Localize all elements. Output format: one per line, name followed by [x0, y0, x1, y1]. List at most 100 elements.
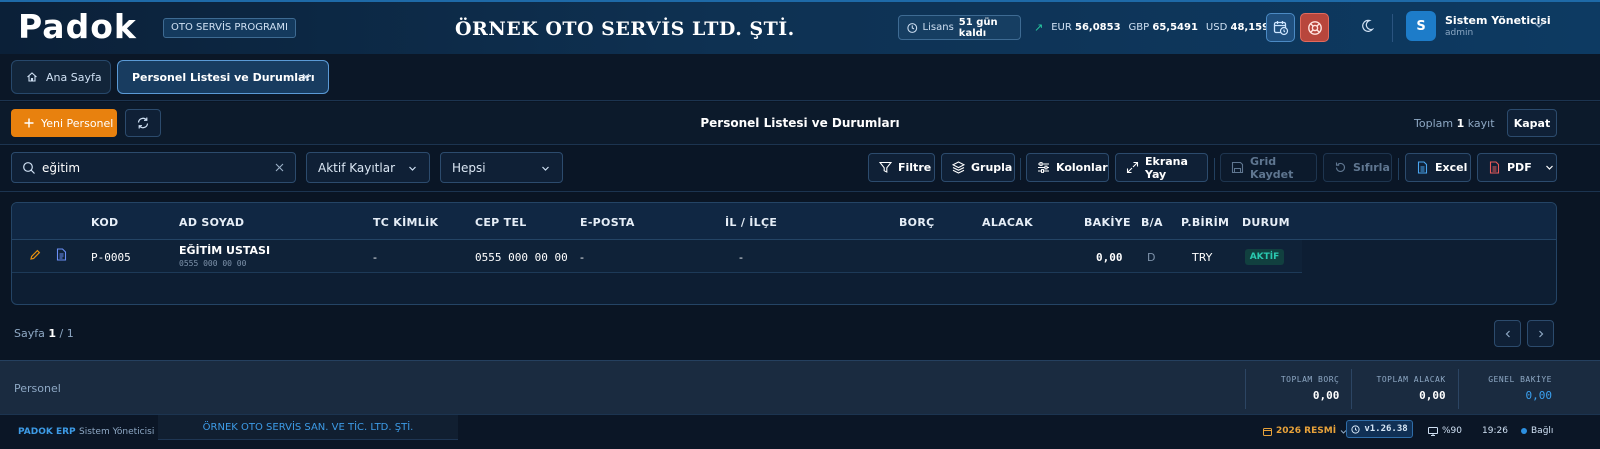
- monitor-icon: [1428, 426, 1438, 436]
- license-status[interactable]: Lisans 51 gün kaldı: [898, 15, 1021, 40]
- home-icon: [27, 72, 37, 82]
- column-header-e-posta[interactable]: E-POSTA: [580, 216, 635, 229]
- columns-button-label: Kolonlar: [1056, 161, 1108, 174]
- column-header-borc[interactable]: BORÇ: [899, 216, 934, 229]
- layers-icon: [952, 161, 965, 174]
- column-header-ba[interactable]: B/A: [1141, 216, 1163, 229]
- column-header-bakiye[interactable]: BAKİYE: [1084, 216, 1131, 229]
- column-header-alacak[interactable]: ALACAK: [982, 216, 1033, 229]
- general-balance: GENEL BAKİYE 0,00: [1457, 369, 1564, 409]
- edit-icon[interactable]: [29, 249, 41, 261]
- general-balance-value: 0,00: [1525, 389, 1552, 402]
- license-label: Lisans: [922, 22, 954, 33]
- total-debt-label: TOPLAM BORÇ: [1280, 375, 1340, 384]
- column-header-cep-tel[interactable]: CEP TEL: [475, 216, 527, 229]
- record-status-value: Aktif Kayıtlar: [318, 160, 396, 175]
- expand-icon: [1126, 161, 1139, 174]
- undo-icon: [1335, 162, 1346, 172]
- company-title: ÖRNEK OTO SERVİS LTD. ŞTİ.: [455, 18, 795, 40]
- app-badge: OTO SERVİS PROGRAMI: [163, 18, 296, 38]
- logo[interactable]: Padok: [18, 10, 137, 44]
- cell-ad-soyad: EĞİTİM USTASI: [179, 244, 271, 257]
- user-menu[interactable]: S Sistem Yöneticisi admin: [1406, 11, 1551, 41]
- connection-label: Bağlı: [1531, 426, 1554, 436]
- personnel-grid: KOD AD SOYAD TC KİMLİK CEP TEL E-POSTA İ…: [11, 202, 1557, 305]
- filter-button[interactable]: Filtre: [868, 153, 935, 182]
- column-header-ad-soyad[interactable]: AD SOYAD: [179, 216, 244, 229]
- total-credit-label: TOPLAM ALACAK: [1376, 375, 1446, 384]
- save-grid-button[interactable]: Grid Kaydet: [1220, 153, 1317, 182]
- cell-tc: -: [373, 251, 377, 264]
- connection-dot-icon: [1521, 428, 1527, 434]
- version-badge[interactable]: v1.26.38: [1346, 420, 1413, 438]
- cell-eposta: -: [580, 251, 584, 264]
- chevron-down-icon: [409, 166, 416, 171]
- tab-personnel-list[interactable]: Personel Listesi ve Durumları: [117, 60, 329, 94]
- fiscal-year-label: 2026 RESMİ: [1276, 426, 1337, 436]
- toolbar-divider: [1398, 158, 1399, 180]
- tab-personnel-label: Personel Listesi ve Durumları: [132, 70, 315, 84]
- fullscreen-button[interactable]: Ekrana Yay: [1115, 153, 1208, 182]
- status-bar: PADOK ERP Sistem Yöneticisi ÖRNEK OTO SE…: [0, 414, 1600, 449]
- calendar-icon: [1263, 427, 1272, 436]
- tab-home-label: Ana Sayfa: [46, 70, 102, 84]
- save-grid-label: Grid Kaydet: [1250, 154, 1294, 181]
- pdf-label: PDF: [1507, 161, 1532, 174]
- zoom-level[interactable]: %90: [1428, 426, 1462, 436]
- record-status-select[interactable]: Aktif Kayıtlar: [306, 152, 430, 183]
- chevron-down-icon: [1545, 165, 1553, 170]
- history-icon: [1351, 424, 1360, 434]
- filter-toolbar: Aktif Kayıtlar Hepsi Filtre Grupla Kolon…: [0, 146, 1600, 192]
- clock-time: 19:26: [1482, 426, 1508, 436]
- avatar: S: [1406, 11, 1436, 41]
- column-header-il-ilce[interactable]: İL / İLÇE: [725, 216, 777, 229]
- total-debt: TOPLAM BORÇ 0,00: [1245, 369, 1351, 409]
- connection-status: Bağlı: [1521, 426, 1553, 436]
- calendar-clock-icon: [1273, 20, 1288, 35]
- cell-il-ilce: -: [739, 251, 743, 264]
- close-icon[interactable]: [300, 71, 312, 83]
- excel-file-icon: [1417, 161, 1428, 174]
- column-header-durum[interactable]: DURUM: [1242, 216, 1290, 229]
- total-credit: TOPLAM ALACAK 0,00: [1351, 369, 1457, 409]
- rate-gbp: GBP 65,5491: [1128, 22, 1198, 33]
- fiscal-year-selector[interactable]: 2026 RESMİ: [1263, 426, 1347, 436]
- cell-ba: D: [1147, 251, 1156, 264]
- status-badge: AKTİF: [1245, 249, 1284, 265]
- column-header-tc-kimlik[interactable]: TC KİMLİK: [373, 216, 438, 229]
- pdf-export-button[interactable]: PDF: [1477, 153, 1557, 182]
- fullscreen-button-label: Ekrana Yay: [1145, 154, 1188, 181]
- clear-search-icon[interactable]: [274, 162, 285, 173]
- group-button-label: Grupla: [971, 161, 1013, 174]
- search-input[interactable]: [42, 153, 272, 182]
- chevron-down-icon[interactable]: [1532, 18, 1546, 32]
- close-page-button[interactable]: Kapat: [1507, 109, 1557, 137]
- rate-eur: EUR 56,0853: [1051, 22, 1121, 33]
- reset-button[interactable]: Sıfırla: [1323, 153, 1392, 182]
- excel-export-button[interactable]: Excel: [1405, 153, 1471, 182]
- column-header-para-birimi[interactable]: P.BİRİM: [1181, 216, 1229, 229]
- header-divider: [1392, 14, 1393, 42]
- prev-page-button[interactable]: [1494, 320, 1521, 347]
- general-balance-label: GENEL BAKİYE: [1488, 375, 1552, 384]
- document-icon[interactable]: [56, 248, 67, 261]
- columns-button[interactable]: Kolonlar: [1026, 153, 1109, 182]
- sliders-icon: [1038, 162, 1049, 173]
- summary-footer: Personel TOPLAM BORÇ 0,00 TOPLAM ALACAK …: [0, 360, 1600, 414]
- chevron-down-icon: [542, 166, 549, 171]
- tab-bar: Ana Sayfa Personel Listesi ve Durumları: [0, 54, 1600, 101]
- page-indicator: Sayfa 1 / 1: [14, 327, 74, 340]
- page-title: Personel Listesi ve Durumları: [700, 116, 900, 130]
- column-header-kod[interactable]: KOD: [91, 216, 118, 229]
- toolbar-divider: [1020, 158, 1021, 180]
- support-button[interactable]: [1300, 13, 1329, 42]
- theme-toggle-button[interactable]: [1356, 15, 1378, 37]
- calendar-clock-button[interactable]: [1266, 13, 1295, 42]
- next-page-button[interactable]: [1527, 320, 1554, 347]
- table-row[interactable]: P-0005 EĞİTİM USTASI 0555 000 00 00 - 05…: [12, 240, 1302, 273]
- search-icon: [23, 162, 35, 174]
- reset-label: Sıfırla: [1353, 161, 1390, 174]
- tab-home[interactable]: Ana Sayfa: [11, 60, 111, 94]
- type-select[interactable]: Hepsi: [440, 152, 563, 183]
- group-button[interactable]: Grupla: [941, 153, 1015, 182]
